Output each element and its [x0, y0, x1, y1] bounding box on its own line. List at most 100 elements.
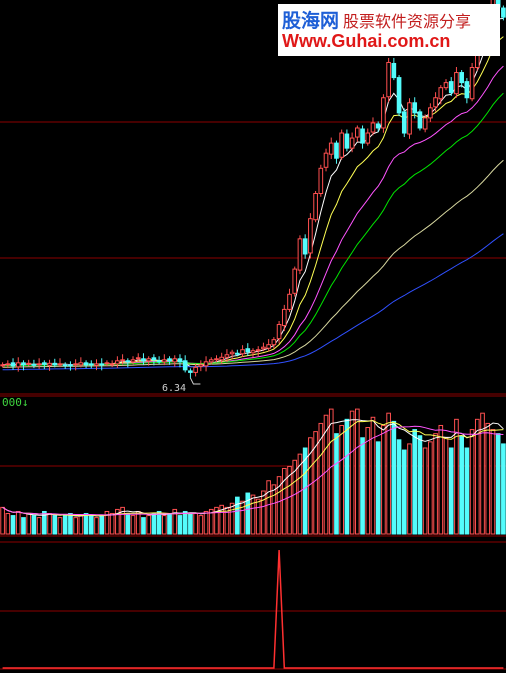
volume-bar: [240, 500, 245, 535]
volume-bar: [422, 447, 428, 535]
volume-bar: [151, 513, 157, 535]
candle-body: [104, 362, 110, 365]
volume-bar: [266, 480, 271, 535]
candle-body: [323, 152, 329, 168]
price-ma60-line: [2, 159, 504, 368]
candle-body: [120, 359, 125, 362]
candle-body: [214, 358, 219, 361]
candle-body: [344, 133, 350, 149]
candle-body: [443, 82, 449, 89]
volume-bar: [245, 492, 251, 535]
volume-bar: [328, 408, 334, 535]
candle-body: [188, 370, 193, 373]
grid-layer: [0, 121, 506, 670]
watermark-url: Www.Guhai.com.cn: [282, 31, 451, 51]
candle-body: [26, 362, 32, 365]
candle-body: [417, 111, 423, 129]
candle-body: [401, 111, 407, 134]
volume-bar: [401, 449, 407, 535]
volume-bar: [156, 510, 162, 535]
volume-bar: [360, 437, 365, 535]
volume-bar: [365, 427, 371, 535]
candle-body: [135, 357, 141, 360]
watermark-brand: 股海网: [282, 10, 340, 32]
volume-bar: [167, 513, 172, 535]
volume-bar: [464, 447, 470, 535]
candle-body: [229, 351, 235, 355]
volume-bar: [485, 422, 491, 535]
candle-body: [422, 117, 428, 130]
volume-bar: [130, 515, 136, 535]
volume-bar: [68, 513, 73, 535]
candle-body: [73, 363, 78, 366]
low-price-pointer: [189, 377, 201, 385]
candle-body: [469, 67, 475, 100]
volume-bar: [339, 424, 345, 535]
candle-body: [501, 7, 506, 18]
volume-bar: [203, 510, 209, 535]
candle-body: [167, 358, 172, 362]
volume-bar: [78, 515, 84, 535]
candle-body: [21, 362, 26, 366]
volume-bar: [5, 513, 11, 535]
volume-bar: [355, 408, 360, 535]
candle-body: [203, 361, 209, 367]
volume-bar: [469, 429, 475, 535]
candle-body: [328, 142, 334, 155]
volume-bar: [31, 515, 37, 535]
volume-bar: [57, 517, 63, 535]
volume-bar: [94, 517, 99, 535]
price-ma10-line: [2, 36, 504, 366]
volume-bar: [125, 513, 131, 535]
volume-bar: [381, 424, 386, 535]
candle-body: [94, 363, 99, 366]
volume-bar: [334, 433, 339, 535]
candle-body: [271, 339, 277, 346]
volume-bar: [375, 441, 381, 535]
volume-bar: [261, 490, 266, 535]
candle-body: [141, 358, 146, 362]
volume-bar: [161, 515, 167, 535]
candle-body: [52, 362, 58, 366]
candle-body: [318, 167, 324, 194]
candle-body: [375, 123, 381, 129]
candle-body: [78, 362, 84, 366]
candle-body: [130, 359, 136, 363]
candle-body: [0, 364, 5, 367]
candle-body: [208, 359, 214, 363]
candle-body: [156, 360, 162, 363]
candle-body: [261, 346, 266, 350]
candle-body: [15, 362, 21, 368]
volume-bar: [229, 502, 235, 535]
candle-body: [235, 352, 240, 355]
volume-bar: [391, 420, 397, 535]
candle-body: [396, 77, 402, 114]
candle-body: [454, 72, 459, 95]
candle-body: [219, 356, 225, 361]
volume-bar: [83, 513, 89, 535]
candle-body: [464, 81, 470, 99]
candle-body: [459, 72, 464, 84]
volume-bar: [99, 515, 105, 535]
volume-bar: [459, 435, 464, 535]
candle-body: [412, 102, 418, 114]
volume-bar: [88, 515, 94, 535]
volume-label-text: 000: [2, 396, 22, 409]
candle-body: [146, 358, 151, 362]
candle-body: [151, 357, 157, 361]
volume-bar: [250, 494, 256, 535]
candle-body: [125, 360, 131, 363]
candle-body: [57, 363, 63, 366]
price-ma-layer: [2, 17, 504, 371]
candle-body: [386, 61, 391, 98]
volume-bar: [52, 515, 58, 535]
signal-layer: [2, 549, 504, 669]
volume-bar: [370, 416, 376, 535]
volume-bar: [495, 433, 501, 535]
candle-body: [31, 363, 37, 366]
candle-body: [5, 363, 11, 366]
volume-bar: [281, 467, 287, 535]
candle-body: [182, 360, 188, 371]
candle-body: [448, 81, 454, 94]
volume-bar: [255, 498, 261, 535]
